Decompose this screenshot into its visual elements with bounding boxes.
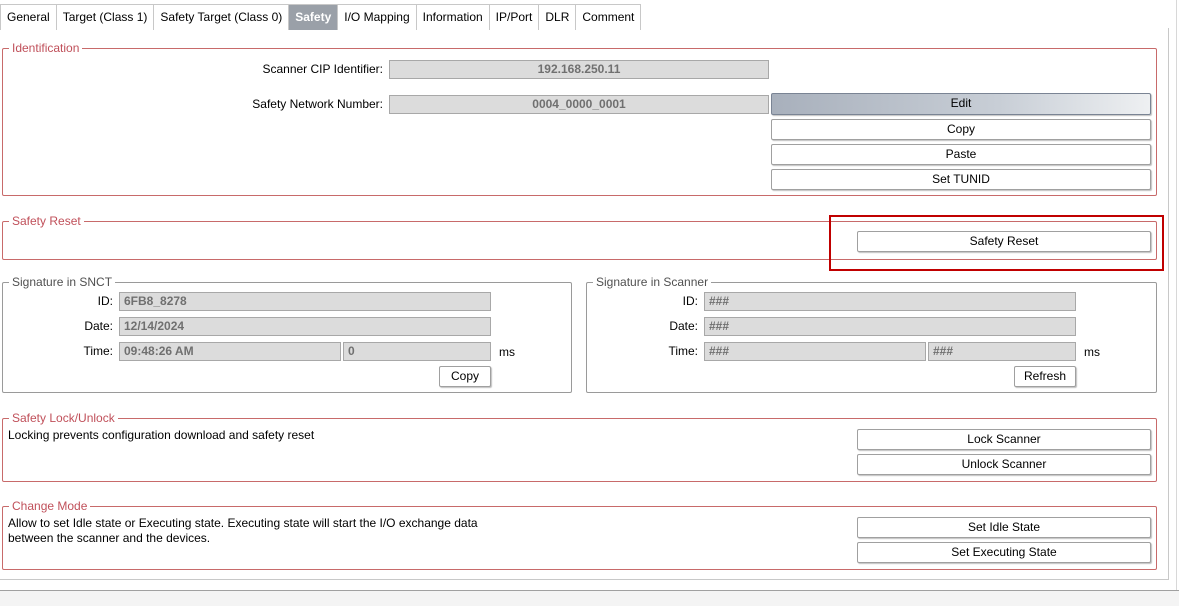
change-mode-description-line2: between the scanner and the devices.: [8, 531, 211, 545]
snct-date-field: 12/14/2024: [119, 317, 491, 336]
tab-safety-target-class0[interactable]: Safety Target (Class 0): [153, 4, 289, 30]
scanner-ms-unit: ms: [1084, 345, 1100, 359]
window-edge: [1176, 0, 1177, 590]
scanner-ms-field: ###: [928, 342, 1076, 361]
set-executing-state-button[interactable]: Set Executing State: [857, 542, 1151, 563]
identification-legend: Identification: [9, 41, 83, 55]
snct-copy-button[interactable]: Copy: [439, 366, 491, 387]
refresh-button[interactable]: Refresh: [1014, 366, 1076, 387]
snct-id-field: 6FB8_8278: [119, 292, 491, 311]
tab-general[interactable]: General: [0, 4, 56, 30]
tab-information[interactable]: Information: [415, 4, 489, 30]
safety-reset-legend: Safety Reset: [9, 214, 84, 228]
scanner-id-label: ID:: [682, 294, 698, 308]
tab-io-mapping[interactable]: I/O Mapping: [337, 4, 416, 30]
scanner-id-field: ###: [704, 292, 1076, 311]
change-mode-description-line1: Allow to set Idle state or Executing sta…: [8, 516, 478, 530]
tab-comment[interactable]: Comment: [575, 4, 642, 30]
snct-time-field: 09:48:26 AM: [119, 342, 341, 361]
signature-snct-legend: Signature in SNCT: [9, 275, 116, 289]
safety-network-number-field: 0004_0000_0001: [389, 95, 769, 114]
unlock-scanner-button[interactable]: Unlock Scanner: [857, 454, 1151, 475]
paste-button[interactable]: Paste: [771, 144, 1151, 165]
lock-unlock-description: Locking prevents configuration download …: [8, 428, 315, 442]
tab-bar: General Target (Class 1) Safety Target (…: [0, 4, 642, 30]
tab-safety[interactable]: Safety: [288, 4, 338, 30]
snct-id-label: ID:: [97, 294, 113, 308]
edit-button[interactable]: Edit: [771, 93, 1151, 115]
scanner-cip-label: Scanner CIP Identifier:: [262, 62, 383, 76]
scanner-date-field: ###: [704, 317, 1076, 336]
change-mode-legend: Change Mode: [9, 499, 91, 513]
scanner-time-field: ###: [704, 342, 926, 361]
copy-snn-button[interactable]: Copy: [771, 119, 1151, 140]
tab-ip-port[interactable]: IP/Port: [488, 4, 539, 30]
scanner-cip-field: 192.168.250.11: [389, 60, 769, 79]
tab-target-class1[interactable]: Target (Class 1): [55, 4, 154, 30]
snct-ms-unit: ms: [499, 345, 515, 359]
snct-time-label: Time:: [83, 344, 113, 358]
safety-reset-button[interactable]: Safety Reset: [857, 231, 1151, 252]
signature-scanner-legend: Signature in Scanner: [593, 275, 712, 289]
safety-network-number-label: Safety Network Number:: [252, 97, 383, 111]
scanner-date-label: Date:: [669, 319, 698, 333]
set-tunid-button[interactable]: Set TUNID: [771, 169, 1151, 190]
lock-unlock-legend: Safety Lock/Unlock: [9, 411, 118, 425]
scanner-time-label: Time:: [668, 344, 698, 358]
status-strip: [0, 591, 1179, 606]
snct-date-label: Date:: [84, 319, 113, 333]
snct-ms-field: 0: [343, 342, 491, 361]
tab-dlr[interactable]: DLR: [538, 4, 576, 30]
lock-scanner-button[interactable]: Lock Scanner: [857, 429, 1151, 450]
set-idle-state-button[interactable]: Set Idle State: [857, 517, 1151, 538]
